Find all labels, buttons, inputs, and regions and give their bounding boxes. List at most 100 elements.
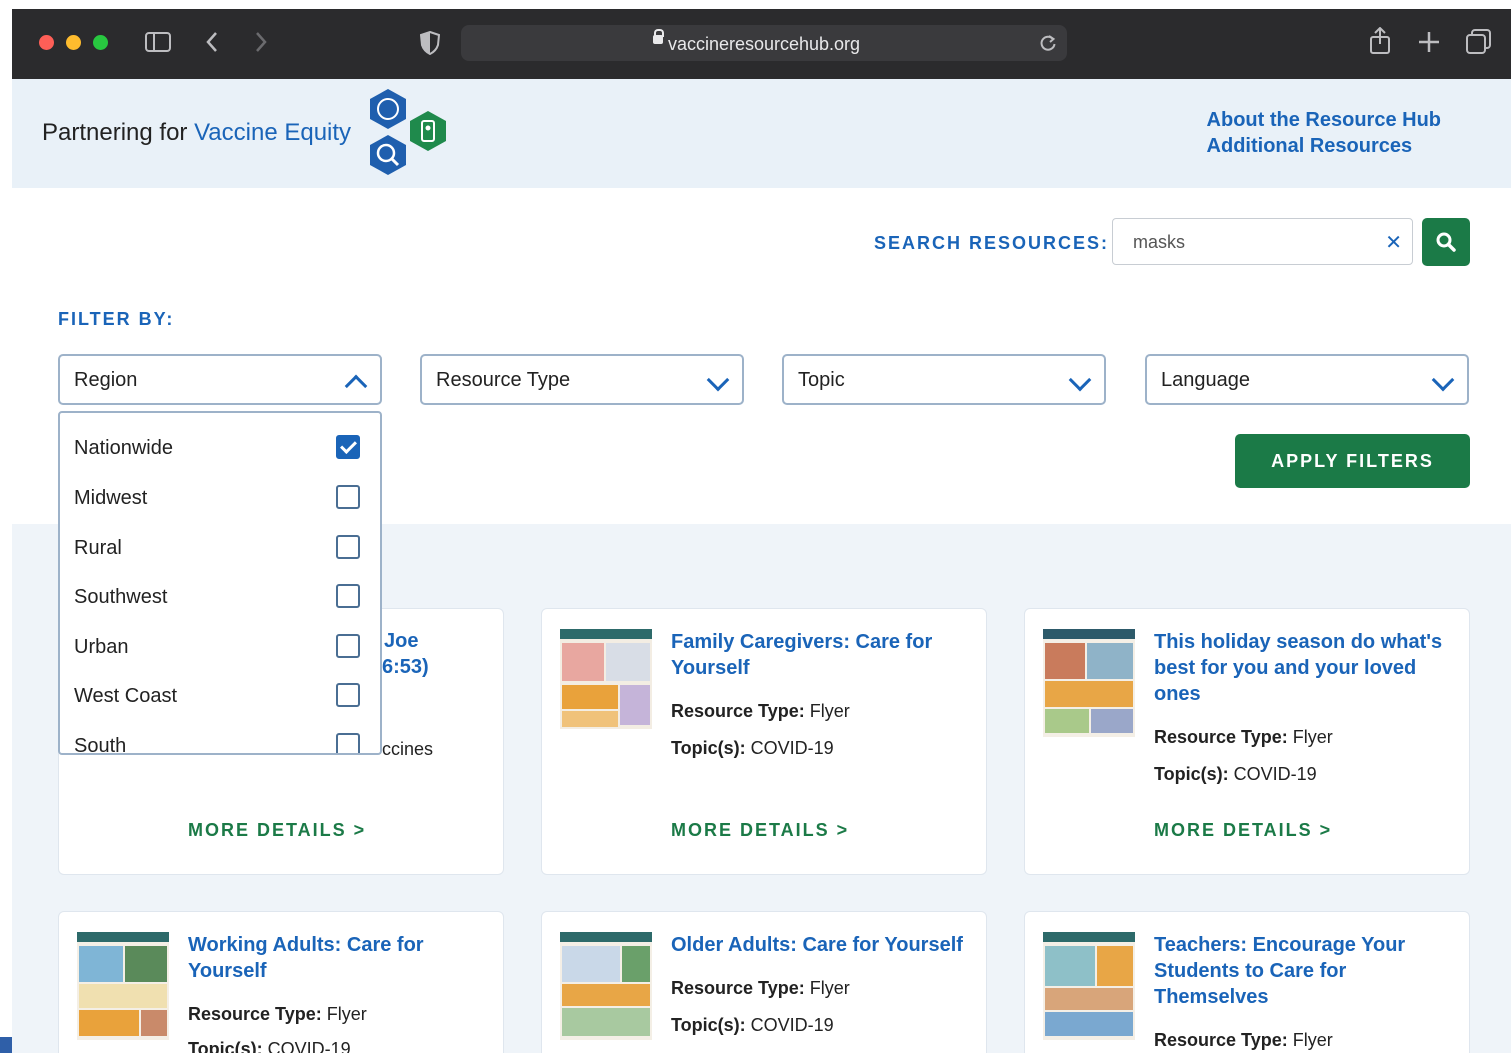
more-details-link[interactable]: MORE DETAILS > [1154,820,1332,841]
minimize-window-button[interactable] [66,35,81,50]
sidebar-toggle-icon[interactable] [145,31,171,53]
tab-overview-icon[interactable] [1466,29,1492,55]
search-field[interactable]: ✕ [1112,218,1413,265]
about-resource-hub-link[interactable]: About the Resource Hub [1207,107,1441,133]
forward-icon[interactable] [254,31,268,53]
west-coast-checkbox[interactable] [336,683,360,707]
topics-line: Topic(s): COVID-19 [188,1039,351,1053]
zoom-window-button[interactable] [93,35,108,50]
topics-label: Topic(s): [188,1039,263,1053]
resource-type-label: Resource Type: [1154,1030,1288,1050]
more-details-link[interactable]: MORE DETAILS > [188,820,366,841]
topics-value: COVID-19 [267,1039,351,1053]
resource-type-label: Resource Type: [188,1004,322,1024]
more-details-link[interactable]: MORE DETAILS > [671,820,849,841]
topic-select-label: Topic [798,369,845,391]
site-brand[interactable]: Partnering for Vaccine Equity [42,119,351,147]
topics-value: COVID-19 [1233,764,1317,784]
card-title-link[interactable]: Older Adults: Care for Yourself [671,932,971,958]
resource-type-value: Flyer [809,701,850,721]
edge-marker [0,1037,12,1053]
clear-search-icon[interactable]: ✕ [1385,230,1402,254]
region-option-west-coast[interactable]: West Coast [74,685,177,708]
browser-window: vaccineresourcehub.org Partnering for Va… [12,9,1511,1053]
resource-type-label: Resource Type: [1154,727,1288,747]
browser-toolbar: vaccineresourcehub.org [12,9,1511,79]
region-dropdown: Nationwide Midwest Rural Southwest Urban… [58,411,382,755]
region-option-rural[interactable]: Rural [74,537,122,560]
resource-type-value: Flyer [809,978,850,998]
brand-prefix: Partnering for [42,119,195,146]
region-option-southwest[interactable]: Southwest [74,586,167,609]
back-icon[interactable] [205,31,219,53]
language-select-label: Language [1161,369,1250,391]
resource-type-label: Resource Type: [671,701,805,721]
reload-icon[interactable] [1039,34,1057,52]
search-input[interactable] [1131,231,1375,254]
hexagon-logo-icon [370,89,446,175]
search-icon [1436,232,1456,252]
region-option-urban[interactable]: Urban [74,636,128,659]
resource-card[interactable]: Older Adults: Care for Yourself Resource… [541,911,987,1053]
midwest-checkbox[interactable] [336,485,360,509]
card-title-link[interactable]: Family Caregivers: Care for Yourself [671,629,971,681]
address-bar[interactable]: vaccineresourcehub.org [461,25,1067,61]
flyer-thumbnail[interactable] [560,629,652,737]
new-tab-icon[interactable] [1418,31,1440,53]
chevron-down-icon [1431,368,1455,392]
topics-value: COVID-19 [750,1015,834,1035]
region-select[interactable]: Region [58,354,382,405]
card-title-fragment[interactable]: Joe [384,630,418,653]
chevron-down-icon [706,368,730,392]
privacy-shield-icon[interactable] [420,31,440,55]
close-window-button[interactable] [39,35,54,50]
header-links: About the Resource Hub Additional Resour… [1207,107,1441,159]
url-text: vaccineresourcehub.org [667,34,861,54]
resource-type-value: Flyer [1292,727,1333,747]
urban-checkbox[interactable] [336,634,360,658]
southwest-checkbox[interactable] [336,584,360,608]
resource-type-line: Resource Type: Flyer [671,978,850,999]
flyer-thumbnail[interactable] [1043,932,1135,1040]
topic-select[interactable]: Topic [782,354,1106,405]
region-option-nationwide[interactable]: Nationwide [74,437,173,460]
card-title-link[interactable]: Working Adults: Care for Yourself [188,932,488,984]
resource-card[interactable]: Family Caregivers: Care for Yourself Res… [541,608,987,875]
resource-type-value: Flyer [326,1004,367,1024]
topics-line: Topic(s): COVID-19 [671,1015,834,1036]
flyer-thumbnail[interactable] [1043,629,1135,737]
card-title-link[interactable]: This holiday season do what's best for y… [1154,629,1454,707]
language-select[interactable]: Language [1145,354,1469,405]
resource-type-line: Resource Type: Flyer [1154,727,1333,748]
site-header: Partnering for Vaccine Equity About the … [12,79,1511,188]
search-label: SEARCH RESOURCES: [874,233,1110,253]
search-button[interactable] [1422,218,1470,266]
south-checkbox[interactable] [336,733,360,753]
resource-type-line: Resource Type: Flyer [671,701,850,722]
flyer-thumbnail[interactable] [77,932,169,1040]
region-option-south[interactable]: South [74,735,126,753]
additional-resources-link[interactable]: Additional Resources [1207,133,1441,159]
resource-type-label: Resource Type: [671,978,805,998]
rural-checkbox[interactable] [336,535,360,559]
resource-card[interactable]: This holiday season do what's best for y… [1024,608,1470,875]
filter-by-label: FILTER BY: [58,309,175,329]
nationwide-checkbox[interactable] [336,435,360,459]
apply-filters-button[interactable]: APPLY FILTERS [1235,434,1470,488]
resource-card[interactable]: Teachers: Encourage Your Students to Car… [1024,911,1470,1053]
chevron-down-icon [1068,368,1092,392]
flyer-thumbnail[interactable] [560,932,652,1040]
resource-type-select[interactable]: Resource Type [420,354,744,405]
resource-type-line: Resource Type: Flyer [188,1004,367,1025]
share-icon[interactable] [1369,27,1391,55]
topics-label: Topic(s): [671,1015,746,1035]
resource-type-select-label: Resource Type [436,369,571,391]
region-option-midwest[interactable]: Midwest [74,487,147,510]
resource-card[interactable]: Working Adults: Care for Yourself Resour… [58,911,504,1053]
card-title-fragment[interactable]: 6:53) [382,656,429,679]
brand-highlight: Vaccine Equity [194,119,352,146]
topics-label: Topic(s): [1154,764,1229,784]
topics-label: Topic(s): [671,738,746,758]
card-title-link[interactable]: Teachers: Encourage Your Students to Car… [1154,932,1454,1010]
resource-type-value: Flyer [1292,1030,1333,1050]
